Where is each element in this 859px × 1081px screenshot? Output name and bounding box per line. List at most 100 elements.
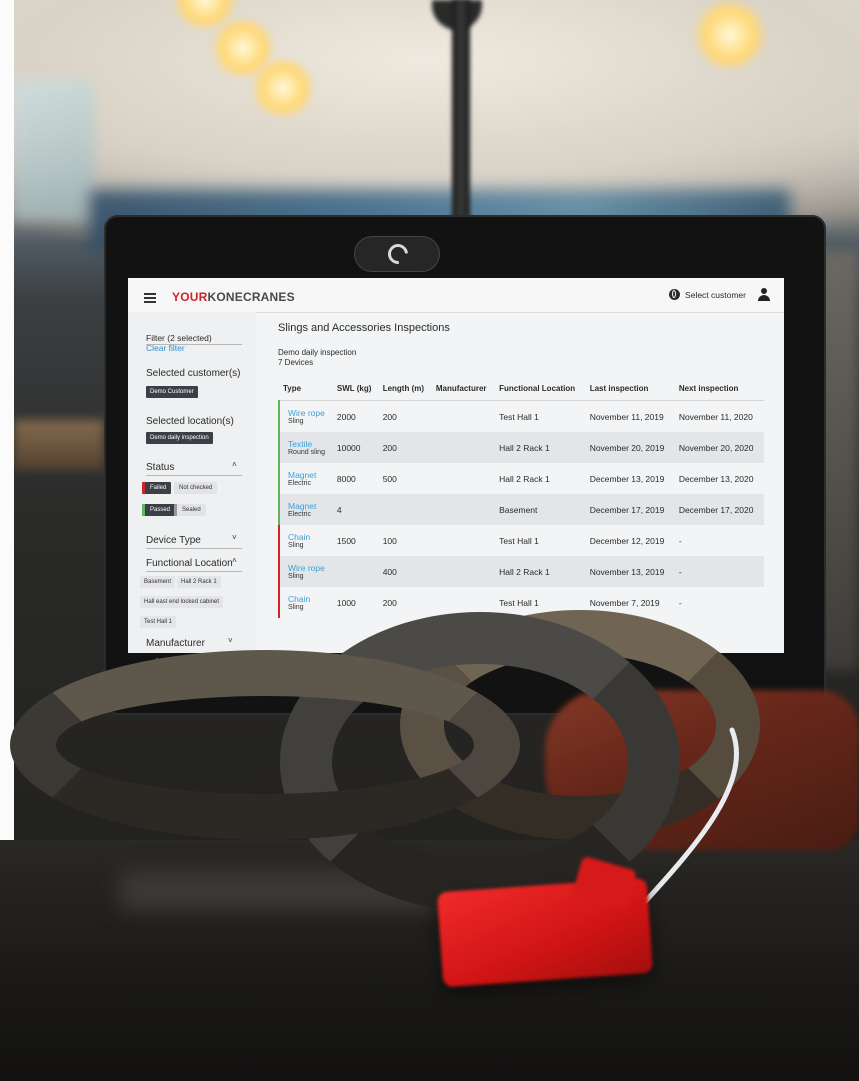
next-inspection-cell: -: [678, 535, 682, 546]
functional-location-label[interactable]: Functional Location: [146, 558, 233, 569]
length-cell: 200: [378, 432, 432, 463]
manufacturer-cell: [432, 401, 495, 433]
device-subtype: Round sling: [288, 449, 325, 456]
status-label[interactable]: Status: [146, 462, 174, 473]
device-type-link[interactable]: Chain: [288, 594, 329, 604]
selected-customers-label: Selected customer(s): [146, 368, 241, 379]
table-row[interactable]: Wire rope Sling 400 Hall 2 Rack 1 Novembe…: [278, 556, 764, 587]
column-header-type[interactable]: Type: [279, 378, 333, 401]
type-cell: Chain Sling: [278, 525, 333, 556]
location-filter-chip[interactable]: Basement: [140, 576, 176, 588]
next-inspection-cell: December 13, 2020: [678, 473, 754, 484]
table-row[interactable]: Chain Sling 1500 100 Test Hall 1 December…: [278, 525, 764, 556]
device-type-link[interactable]: Chain: [288, 532, 329, 542]
location-cell: Hall 2 Rack 1: [499, 473, 550, 484]
type-cell: Textile Round sling: [278, 432, 333, 463]
status-not-checked-chip[interactable]: Not checked: [174, 482, 218, 494]
table-row[interactable]: Magnet Electric 8000 500 Hall 2 Rack 1 De…: [278, 463, 764, 494]
column-header-length[interactable]: Length (m): [378, 378, 432, 401]
swl-cell: [332, 556, 379, 587]
swl-cell: 2000: [336, 411, 356, 422]
location-chip[interactable]: Demo daily inspection: [146, 432, 213, 444]
chevron-up-icon[interactable]: ˄: [232, 556, 237, 565]
main-content: Slings and Accessories Inspections Demo …: [278, 312, 784, 653]
device-type-link[interactable]: Wire rope: [288, 563, 329, 573]
select-customer-label: Select customer: [685, 289, 746, 300]
swl-cell: 4: [332, 494, 379, 525]
device-type-link[interactable]: Magnet: [288, 501, 329, 511]
last-inspection-cell: December 17, 2019: [585, 494, 675, 525]
device-type-link[interactable]: Wire rope: [288, 408, 329, 418]
page-title: Slings and Accessories Inspections: [278, 322, 450, 334]
next-inspection-cell: November 20, 2020: [674, 432, 764, 463]
next-inspection-cell: November 11, 2020: [678, 411, 753, 422]
selected-locations-label: Selected location(s): [146, 416, 234, 427]
device-subtype: Sling: [288, 604, 304, 611]
chevron-up-icon[interactable]: ˄: [232, 460, 237, 469]
length-cell: 500: [382, 473, 397, 484]
device-subtype: Electric: [288, 480, 311, 487]
swl-cell: 1000: [336, 597, 356, 608]
manufacturer-cell: [431, 494, 496, 525]
logo-part-brand: KONECRANES: [207, 290, 295, 304]
user-icon[interactable]: [758, 288, 770, 301]
location-cell: Test Hall 1: [499, 535, 539, 546]
location-filter-chip[interactable]: Hall east end locked cabinet: [140, 596, 224, 608]
length-cell: 400: [378, 556, 432, 587]
type-cell: Magnet Electric: [278, 494, 333, 525]
ceiling-light: [690, 0, 770, 70]
device-subtype: Sling: [288, 573, 304, 580]
devices-table: Type SWL (kg) Length (m) Manufacturer Fu…: [278, 378, 764, 618]
status-sealed-chip[interactable]: Sealed: [174, 504, 206, 516]
tablet-screen: YOURKONECRANES Select customer Filter (2…: [128, 278, 784, 653]
device-type-link[interactable]: Magnet: [288, 470, 329, 480]
last-inspection-cell: December 12, 2019: [589, 535, 665, 546]
app-logo[interactable]: YOURKONECRANES: [172, 290, 295, 304]
device-subtype: Electric: [288, 511, 311, 518]
type-cell: Chain Sling: [278, 587, 333, 618]
column-header-swl[interactable]: SWL (kg): [332, 378, 379, 401]
device-type-link[interactable]: Textile: [288, 439, 329, 449]
last-inspection-cell: November 20, 2019: [585, 432, 675, 463]
next-inspection-cell: -: [674, 556, 764, 587]
status-passed-chip[interactable]: Passed: [142, 504, 176, 516]
length-cell: 200: [382, 597, 397, 608]
type-cell: Wire rope Sling: [278, 556, 333, 587]
chevron-down-icon[interactable]: ˅: [232, 533, 237, 542]
column-header-location[interactable]: Functional Location: [495, 378, 586, 401]
manufacturer-label[interactable]: Manufacturer: [146, 638, 205, 649]
device-count: 7 Devices: [278, 358, 314, 367]
status-failed-chip[interactable]: Failed: [142, 482, 172, 494]
table-row[interactable]: Wire rope Sling 2000 200 Test Hall 1 Nove…: [278, 400, 764, 433]
table-row[interactable]: Chain Sling 1000 200 Test Hall 1 November…: [278, 587, 764, 618]
table-row[interactable]: Magnet Electric 4 Basement December 17, 2…: [278, 494, 764, 525]
column-header-next-inspection[interactable]: Next inspection: [674, 378, 764, 401]
device-type-label[interactable]: Device Type: [146, 535, 201, 546]
table-header-row: Type SWL (kg) Length (m) Manufacturer Fu…: [279, 378, 764, 401]
menu-icon[interactable]: [144, 293, 156, 303]
select-customer-button[interactable]: Select customer: [669, 289, 746, 300]
next-inspection-cell: -: [678, 597, 682, 608]
chevron-down-icon[interactable]: ˅: [228, 636, 233, 645]
location-cell: Hall 2 Rack 1: [495, 556, 586, 587]
location-filter-chip[interactable]: Hall 2 Rack 1: [177, 576, 221, 588]
column-header-manufacturer[interactable]: Manufacturer: [431, 378, 496, 401]
customer-chip[interactable]: Demo Customer: [146, 386, 198, 398]
next-inspection-cell: December 17, 2020: [674, 494, 764, 525]
swl-cell: 10000: [332, 432, 379, 463]
manufacturer-cell: [431, 556, 496, 587]
logo-part-your: YOUR: [172, 290, 208, 304]
clear-filter-link[interactable]: Clear filter: [146, 343, 185, 353]
red-inspection-tag: [436, 877, 654, 988]
table-row[interactable]: Textile Round sling 10000 200 Hall 2 Rack…: [278, 432, 764, 463]
top-navbar: YOURKONECRANES Select customer: [128, 278, 784, 313]
device-subtype: Sling: [288, 418, 304, 425]
location-cell: Basement: [495, 494, 586, 525]
type-cell: Wire rope Sling: [278, 400, 333, 432]
divider: [146, 571, 242, 572]
vertical-pole: [452, 0, 470, 240]
column-header-last-inspection[interactable]: Last inspection: [585, 378, 675, 401]
location-filter-chip[interactable]: Test Hall 1: [140, 616, 177, 628]
manufacturer-cell: [432, 463, 495, 494]
inspection-name: Demo daily inspection: [278, 348, 357, 357]
